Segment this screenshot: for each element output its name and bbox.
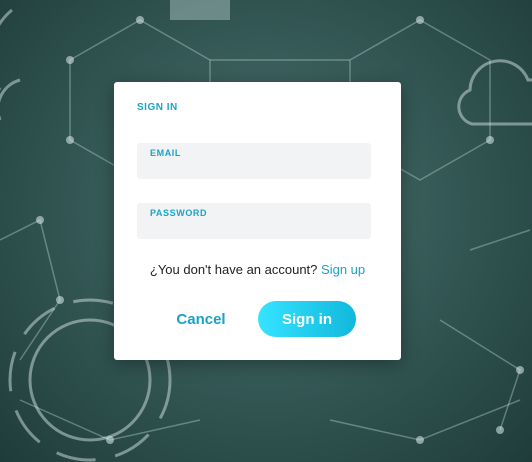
signup-prompt: ¿You don't have an account? Sign up (114, 262, 401, 277)
cancel-button[interactable]: Cancel (164, 301, 238, 337)
email-label: EMAIL (150, 148, 181, 158)
password-field[interactable]: PASSWORD (137, 203, 371, 239)
email-field[interactable]: EMAIL (137, 143, 371, 179)
signin-dialog: SIGN IN EMAIL PASSWORD ¿You don't have a… (114, 82, 401, 360)
email-input[interactable] (150, 160, 358, 176)
password-input[interactable] (150, 220, 358, 236)
password-label: PASSWORD (150, 208, 208, 218)
dialog-title: SIGN IN (137, 102, 178, 113)
signup-prompt-text: ¿You don't have an account? (149, 262, 318, 277)
signin-button[interactable]: Sign in (258, 301, 356, 337)
signup-link[interactable]: Sign up (321, 262, 365, 277)
